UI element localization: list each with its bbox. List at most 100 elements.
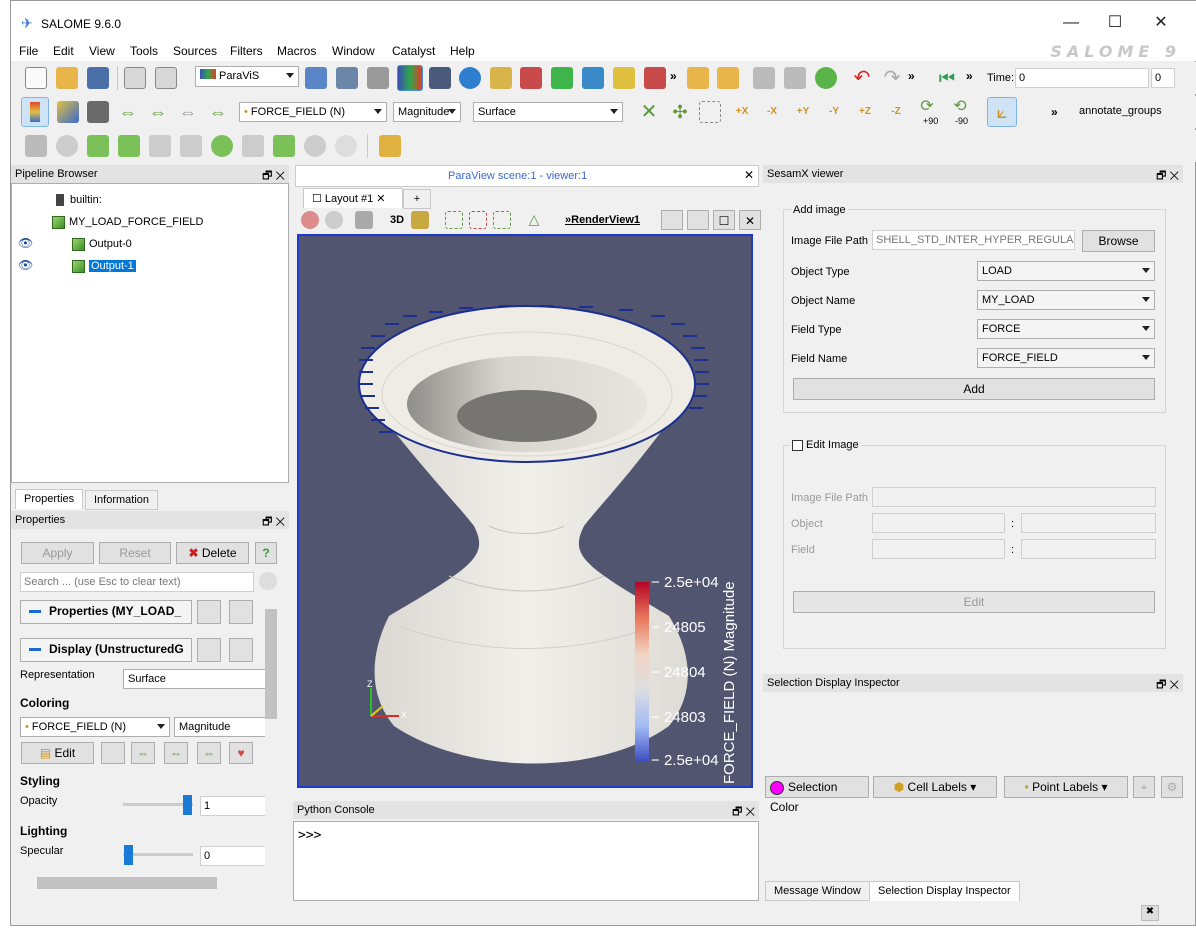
menu-edit[interactable]: Edit [53, 44, 74, 58]
menu-macros[interactable]: Macros [277, 44, 316, 58]
module-icon-9[interactable] [551, 67, 573, 89]
stream-tracer-icon[interactable] [242, 135, 264, 157]
calculator-icon[interactable] [25, 135, 47, 157]
ruler-icon[interactable] [379, 135, 401, 157]
panel-float-close-icon[interactable]: 🗗 ✕ [1156, 676, 1179, 695]
panel-float-close-icon[interactable]: 🗗 ✕ [262, 513, 285, 532]
pipeline-item-load[interactable]: MY_LOAD_FORCE_FIELD [52, 214, 203, 230]
toolbar-more-button[interactable]: » [670, 69, 677, 83]
folder-up-icon[interactable] [687, 67, 709, 89]
menu-file[interactable]: File [19, 44, 38, 58]
opacity-input[interactable]: 1 [200, 796, 270, 816]
module-icon-3[interactable] [367, 67, 389, 89]
menu-sources[interactable]: Sources [173, 44, 217, 58]
render-view-viewport[interactable]: Z X − 2.5e+04 − 24805 − 24804 − 24803 − … [297, 234, 753, 788]
toolbar-more-button-3[interactable]: » [966, 69, 973, 83]
warp-vector-icon[interactable] [273, 135, 295, 157]
display-section-toggle[interactable]: Display (UnstructuredG [20, 638, 192, 662]
view-minus-z-icon[interactable]: -Z [885, 101, 907, 123]
module-icon-12[interactable] [644, 67, 666, 89]
add-button[interactable]: Add [793, 378, 1155, 400]
open-folder-icon[interactable] [56, 67, 78, 89]
inspector-gear-icon[interactable]: ⚙ [1161, 776, 1183, 798]
time-input[interactable]: 0 [1015, 68, 1149, 88]
rescale-custom-icon[interactable]: ⇔ [147, 101, 169, 123]
module-icon-7[interactable] [490, 67, 512, 89]
edit-color-map-icon[interactable] [57, 101, 79, 123]
redo-icon[interactable]: ↷ [881, 67, 903, 89]
selection-color-button[interactable]: Selection Color [765, 776, 869, 814]
edit-button[interactable]: Edit [793, 591, 1155, 613]
glyph-icon[interactable] [211, 135, 233, 157]
rescale-visible-icon[interactable]: ⇔ [207, 101, 229, 123]
extract-subset-icon[interactable] [180, 135, 202, 157]
point-labels-button[interactable]: • Point Labels ▾ [1004, 776, 1128, 798]
edit-colormap-button[interactable]: ▤ Edit [21, 742, 94, 764]
pipeline-item-output-1[interactable]: Output-1 [72, 258, 136, 274]
properties-vscrollbar[interactable] [265, 601, 279, 886]
cell-labels-button[interactable]: ⬢ Cell Labels ▾ [873, 776, 997, 798]
viewer-close-icon[interactable]: ✕ [744, 168, 754, 182]
choose-preset-icon[interactable]: ♥ [229, 742, 253, 764]
gear-icon[interactable] [259, 572, 277, 590]
paste-icon[interactable] [155, 67, 177, 89]
interactive-select-icon[interactable]: △ [525, 211, 543, 229]
slice-icon[interactable] [118, 135, 140, 157]
tab-message-window[interactable]: Message Window [765, 881, 870, 901]
split-vertical-icon[interactable] [687, 210, 709, 230]
menu-help[interactable]: Help [450, 44, 475, 58]
python-console-input[interactable]: >>> [293, 821, 759, 901]
maximize-button[interactable]: ☐ [1103, 11, 1127, 35]
copy-icon[interactable] [124, 67, 146, 89]
reset-button[interactable]: Reset [99, 542, 171, 564]
render-view-label[interactable]: »RenderView1 [565, 214, 640, 226]
paste-props-icon[interactable] [229, 600, 253, 624]
select-cells-through-icon[interactable] [493, 211, 511, 229]
module-icon-1[interactable] [305, 67, 327, 89]
menu-tools[interactable]: Tools [130, 44, 158, 58]
time-index-spin[interactable]: 0 [1151, 68, 1175, 88]
view-plus-z-icon[interactable]: +Z [854, 101, 876, 123]
threshold-icon[interactable] [149, 135, 171, 157]
menu-window[interactable]: Window [332, 44, 375, 58]
split-horizontal-icon[interactable] [661, 210, 683, 230]
coloring-field-combo[interactable]: • FORCE_FIELD (N) [20, 717, 170, 737]
delete-button[interactable]: ✖ Delete [176, 542, 249, 564]
paste-display-icon[interactable] [229, 638, 253, 662]
timer-icon[interactable] [815, 67, 837, 89]
contour-icon[interactable] [56, 135, 78, 157]
properties-search-input[interactable]: Search ... (use Esc to clear text) [20, 572, 254, 592]
copy-props-icon[interactable] [197, 600, 221, 624]
rescale-temporal-icon[interactable]: ⇔ [177, 101, 199, 123]
cube-icon-2[interactable] [784, 67, 806, 89]
add-layout-tab[interactable]: + [403, 189, 431, 209]
apply-button[interactable]: Apply [21, 542, 94, 564]
select-points-on-icon[interactable] [469, 211, 487, 229]
module-icon-5[interactable] [429, 67, 451, 89]
module-icon-2[interactable] [336, 67, 358, 89]
redo-camera-icon[interactable] [325, 211, 343, 229]
close-button[interactable]: ✕ [1149, 11, 1173, 35]
color-field-selector[interactable]: • FORCE_FIELD (N) [239, 102, 387, 122]
field-type-combo[interactable]: FORCE [977, 319, 1155, 339]
representation-combo[interactable]: Surface [123, 669, 268, 689]
rescale-range-icon[interactable]: ⇔ [117, 101, 139, 123]
paravis-icon[interactable] [397, 65, 423, 91]
module-selector[interactable]: ParaViS [195, 66, 299, 87]
copy-display-icon[interactable] [197, 638, 221, 662]
object-type-combo[interactable]: LOAD [977, 261, 1155, 281]
panel-float-close-icon[interactable]: 🗗 ✕ [732, 803, 755, 822]
orientation-axes-icon[interactable]: ⟀ [987, 97, 1017, 127]
folder-check-icon[interactable] [717, 67, 739, 89]
tab-layout-1[interactable]: ☐ Layout #1 ✕ [303, 188, 403, 208]
group-datasets-icon[interactable] [304, 135, 326, 157]
save-icon[interactable] [87, 67, 109, 89]
browse-button[interactable]: Browse [1082, 230, 1155, 252]
tab-selection-inspector[interactable]: Selection Display Inspector [869, 881, 1020, 901]
minimize-button[interactable]: — [1059, 11, 1083, 35]
panel-float-close-icon[interactable]: 🗗 ✕ [1156, 167, 1179, 186]
close-view-icon[interactable]: ✕ [739, 210, 761, 230]
tab-information[interactable]: Information [85, 490, 159, 510]
pipeline-item-output-0[interactable]: Output-0 [72, 236, 132, 252]
extract-level-icon[interactable] [335, 135, 357, 157]
